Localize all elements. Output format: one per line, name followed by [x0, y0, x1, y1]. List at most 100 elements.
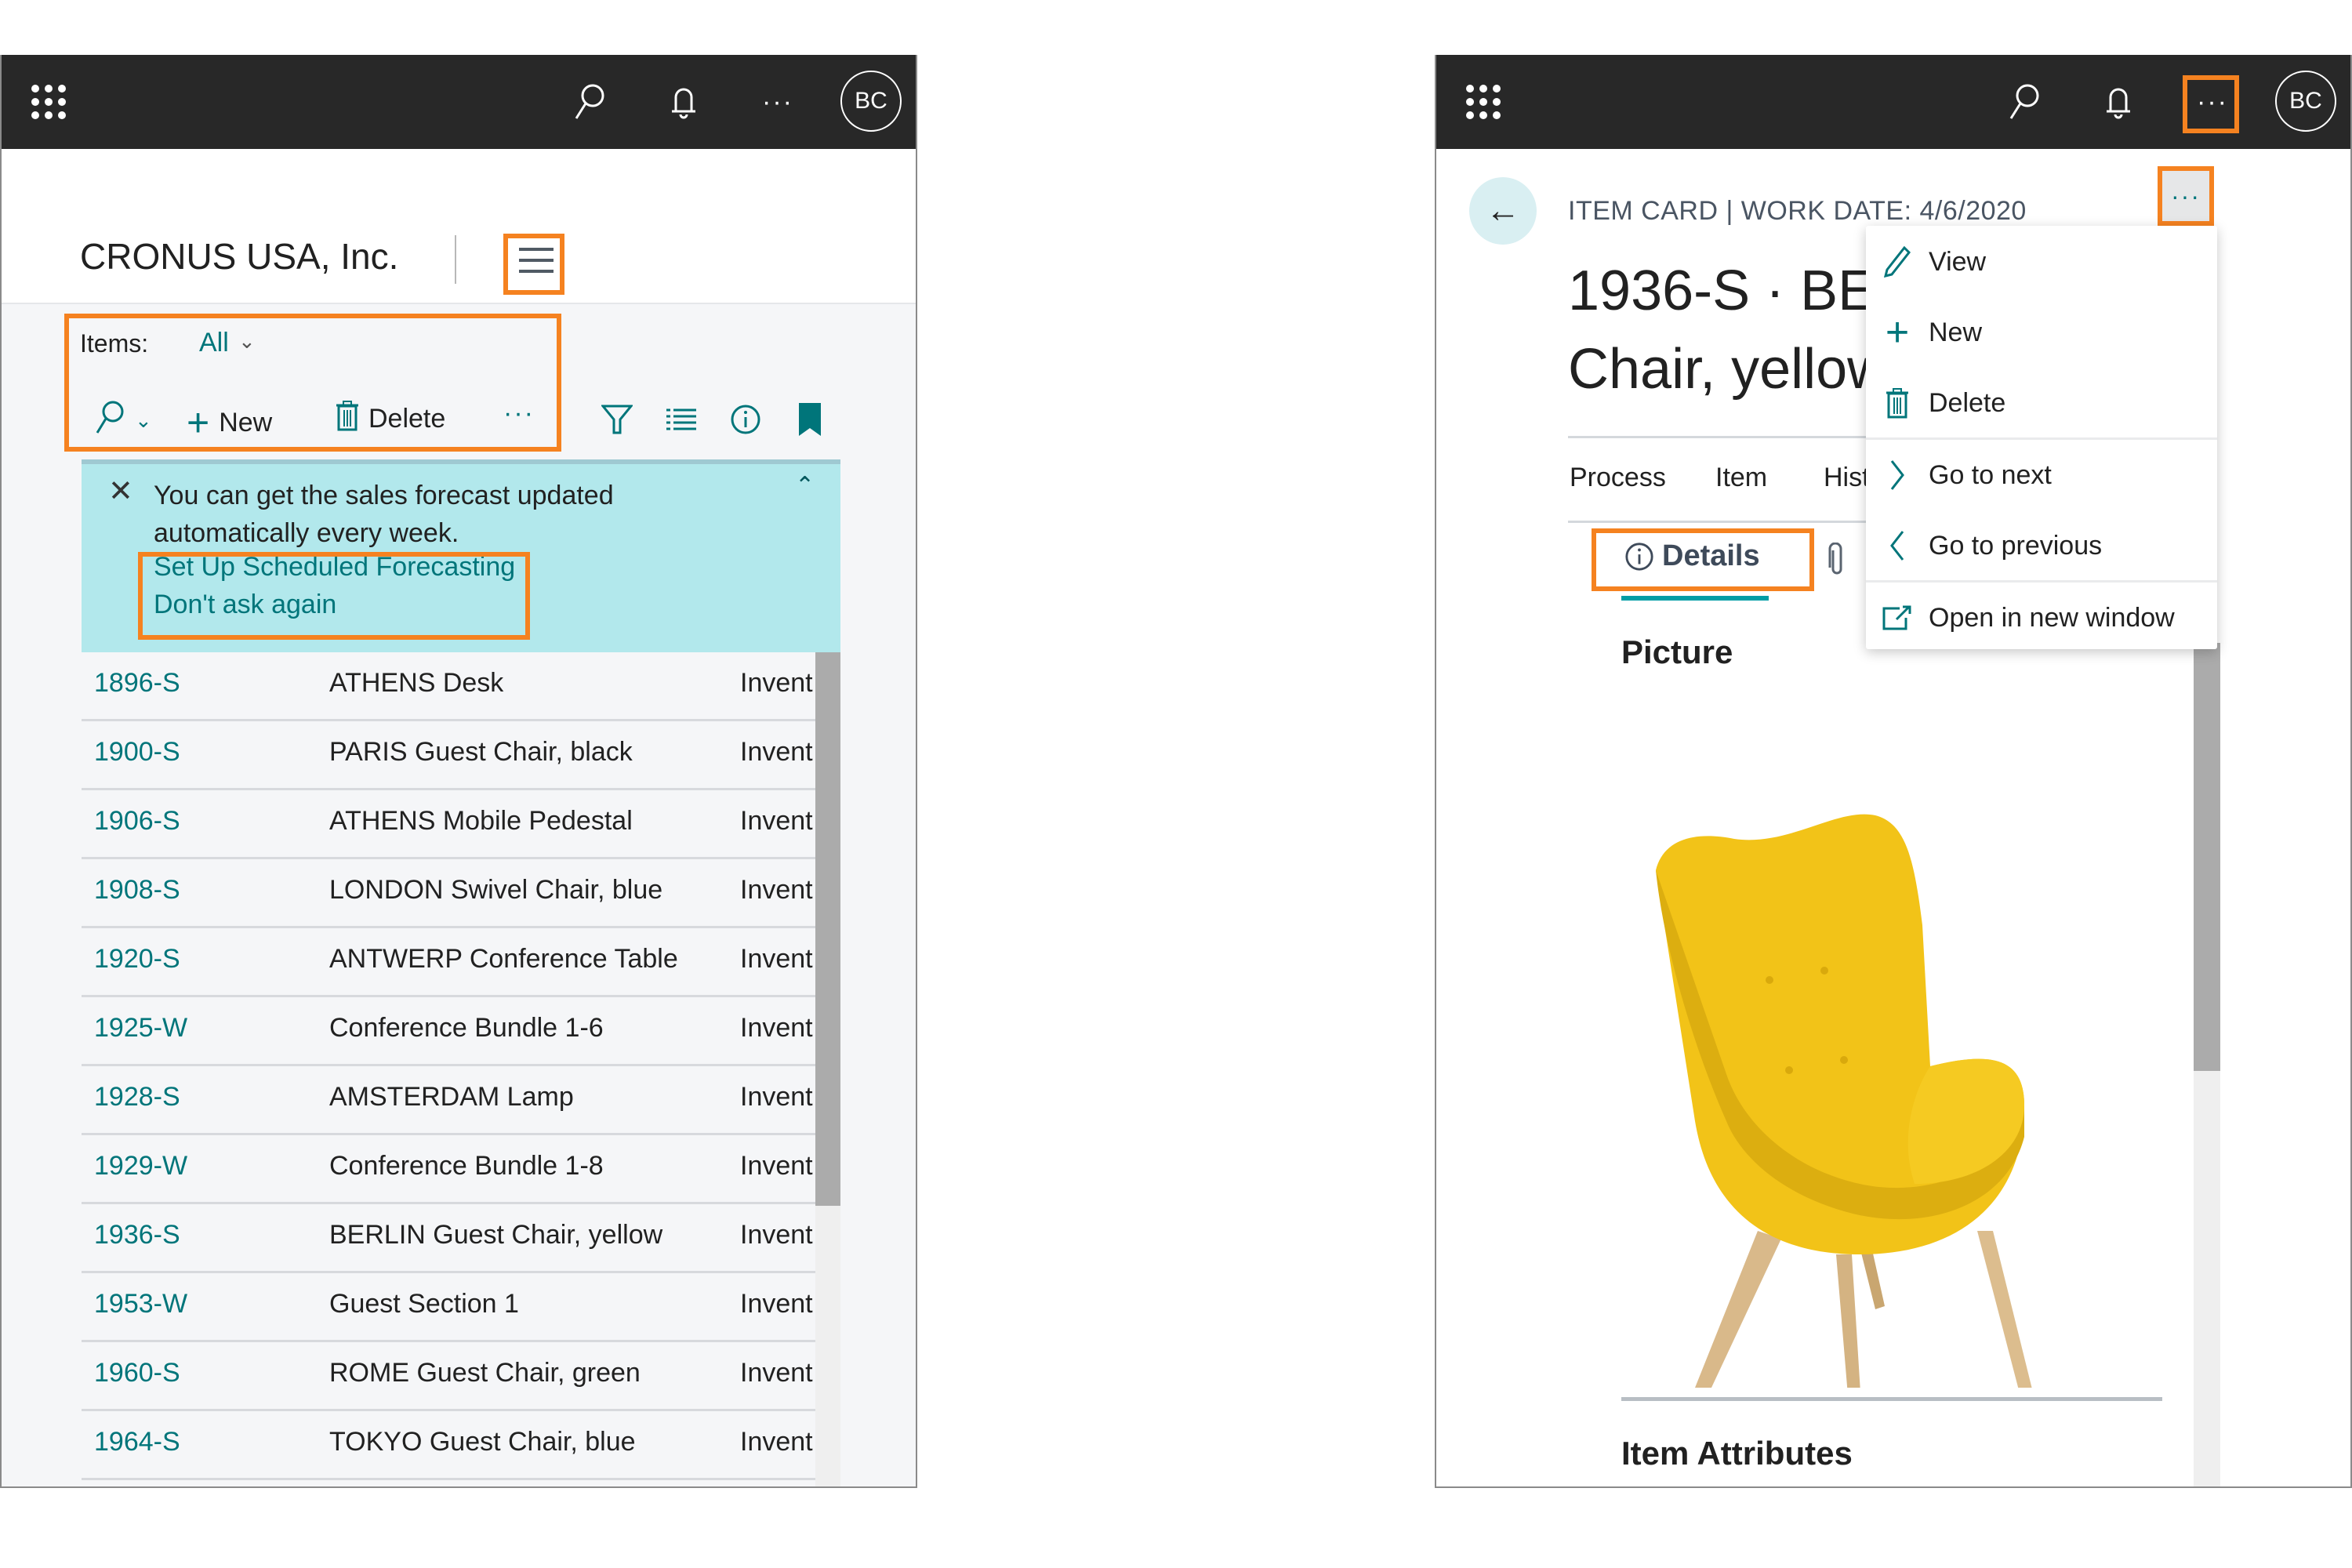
- avatar[interactable]: BC: [2275, 71, 2336, 132]
- menu-label: View: [1929, 246, 1987, 277]
- details-tab[interactable]: Details: [1624, 539, 1760, 573]
- bookmark-icon[interactable]: [790, 400, 829, 439]
- search-icon[interactable]: [566, 78, 613, 125]
- chair-legs: [1695, 1231, 2032, 1388]
- app-launcher-icon[interactable]: [1466, 85, 1501, 119]
- item-no-link[interactable]: 1900-S: [94, 737, 180, 768]
- more-options-menu: View + New Delete Go to next Go to previ…: [1866, 226, 2217, 649]
- table-row[interactable]: 1900-S PARIS Guest Chair, black Invent: [82, 721, 815, 790]
- table-row[interactable]: 1965-WConference Bundle 2-8Invent: [82, 1480, 815, 1486]
- settings-more-icon[interactable]: ···: [2189, 78, 2236, 125]
- item-description: ATHENS Mobile Pedestal: [329, 806, 633, 836]
- trash-icon: [336, 400, 359, 438]
- items-filter-value[interactable]: All: [199, 328, 229, 358]
- menu-item-go-to-next[interactable]: Go to next: [1866, 444, 2217, 506]
- dont-ask-again-link[interactable]: Don't ask again: [154, 590, 336, 620]
- search-icon[interactable]: [2001, 78, 2048, 125]
- table-row[interactable]: 1953-W Guest Section 1 Invent: [82, 1273, 815, 1342]
- table-row[interactable]: 1960-S ROME Guest Chair, green Invent: [82, 1342, 815, 1411]
- open-new-window-icon: [1866, 605, 1929, 630]
- bell-icon[interactable]: [660, 78, 707, 125]
- scrollbar-track[interactable]: [2194, 1071, 2220, 1486]
- more-actions-button[interactable]: ···: [503, 400, 535, 426]
- item-no-link[interactable]: 1896-S: [94, 668, 180, 699]
- divider: [455, 235, 456, 284]
- delete-label: Delete: [368, 404, 446, 434]
- app-launcher-icon[interactable]: [31, 85, 66, 119]
- item-description: PARIS Guest Chair, black: [329, 737, 633, 767]
- table-row[interactable]: 1928-S AMSTERDAM Lamp Invent: [82, 1066, 815, 1135]
- bell-icon[interactable]: [2095, 78, 2142, 125]
- table-row[interactable]: 1920-S ANTWERP Conference Table Invent: [82, 928, 815, 997]
- item-no-link[interactable]: 1906-S: [94, 806, 180, 837]
- menu-item-delete[interactable]: Delete: [1866, 372, 2217, 434]
- trash-icon: [1866, 387, 1929, 419]
- details-label: Details: [1662, 539, 1760, 572]
- top-bar: ··· BC: [2, 55, 916, 149]
- setup-forecasting-link[interactable]: Set Up Scheduled Forecasting: [154, 552, 515, 583]
- filter-icon[interactable]: [597, 400, 637, 439]
- item-no-link[interactable]: 1929-W: [94, 1151, 187, 1181]
- picture-heading: Picture: [1621, 633, 1733, 670]
- new-button[interactable]: + New: [187, 400, 272, 445]
- close-icon[interactable]: ✕: [108, 474, 133, 509]
- item-description: AMSTERDAM Lamp: [329, 1082, 574, 1112]
- back-arrow-icon[interactable]: ←: [1469, 177, 1537, 245]
- table-row[interactable]: 1964-S TOKYO Guest Chair, blue Invent: [82, 1411, 815, 1480]
- table-row[interactable]: 1929-W Conference Bundle 1-8 Invent: [82, 1135, 815, 1204]
- divider: [1568, 521, 1897, 523]
- plus-icon: +: [187, 401, 210, 445]
- chevron-up-icon[interactable]: ⌃: [795, 472, 815, 499]
- paperclip-icon[interactable]: [1828, 542, 1846, 579]
- item-description: Conference Bundle 1-8: [329, 1151, 604, 1181]
- menu-label: Go to next: [1929, 459, 2052, 490]
- info-icon[interactable]: [726, 400, 765, 439]
- avatar[interactable]: BC: [840, 71, 902, 132]
- tab-history[interactable]: Hist: [1824, 463, 1870, 493]
- item-no-link[interactable]: 1960-S: [94, 1358, 180, 1388]
- item-no-link[interactable]: 1920-S: [94, 944, 180, 975]
- item-attributes-heading: Item Attributes: [1621, 1435, 1853, 1472]
- table-row[interactable]: 1906-S ATHENS Mobile Pedestal Invent: [82, 790, 815, 859]
- menu-item-go-to-previous[interactable]: Go to previous: [1866, 514, 2217, 577]
- item-no-link[interactable]: 1908-S: [94, 875, 180, 906]
- item-no-link[interactable]: 1953-W: [94, 1289, 187, 1319]
- company-name[interactable]: CRONUS USA, Inc.: [80, 235, 398, 278]
- item-type: Invent: [740, 1358, 813, 1388]
- more-options-button[interactable]: ···: [2162, 171, 2209, 221]
- item-description: Conference Bundle 1-6: [329, 1013, 604, 1043]
- menu-item-new[interactable]: + New: [1866, 301, 2217, 364]
- item-type: Invent: [740, 668, 813, 698]
- item-no-link[interactable]: 1925-W: [94, 1013, 187, 1044]
- vertical-scrollbar[interactable]: [2194, 643, 2220, 1071]
- section-divider: [1621, 1397, 2162, 1401]
- item-no-link[interactable]: 1964-S: [94, 1427, 180, 1457]
- hamburger-menu-icon[interactable]: [519, 248, 554, 274]
- menu-label: Open in new window: [1929, 602, 2175, 633]
- table-row[interactable]: 1896-S ATHENS Desk Invent: [82, 652, 815, 721]
- item-list-window: ··· BC CRONUS USA, Inc. Items: All ⌄ ⌄ +…: [0, 55, 917, 1488]
- scrollbar-track[interactable]: [815, 1206, 840, 1486]
- new-label: New: [219, 407, 273, 437]
- notification-bar: ✕ You can get the sales forecast updated…: [82, 459, 840, 652]
- item-no-link[interactable]: 1928-S: [94, 1082, 180, 1112]
- delete-button[interactable]: Delete: [336, 400, 445, 438]
- item-no-link[interactable]: 1936-S: [94, 1220, 180, 1250]
- settings-more-icon[interactable]: ···: [754, 78, 801, 125]
- table-row[interactable]: 1925-W Conference Bundle 1-6 Invent: [82, 997, 815, 1066]
- tab-process[interactable]: Process: [1570, 463, 1666, 493]
- list-view-icon[interactable]: [662, 400, 701, 439]
- table-row[interactable]: 1908-S LONDON Swivel Chair, blue Invent: [82, 859, 815, 928]
- active-tab-underline: [1621, 596, 1769, 601]
- chevron-down-icon[interactable]: ⌄: [238, 329, 256, 354]
- menu-item-view[interactable]: View: [1866, 230, 2217, 293]
- item-type: Invent: [740, 875, 813, 905]
- chevron-left-icon: [1866, 530, 1929, 561]
- plus-icon: +: [1885, 310, 1910, 355]
- search-list-button[interactable]: ⌄: [94, 400, 152, 441]
- menu-item-open-new-window[interactable]: Open in new window: [1866, 586, 2217, 649]
- table-row[interactable]: 1936-S BERLIN Guest Chair, yellow Invent: [82, 1204, 815, 1273]
- vertical-scrollbar[interactable]: [815, 652, 840, 1206]
- item-card-window: ··· BC ← ITEM CARD | WORK DATE: 4/6/2020…: [1435, 55, 2352, 1488]
- tab-item[interactable]: Item: [1715, 463, 1767, 493]
